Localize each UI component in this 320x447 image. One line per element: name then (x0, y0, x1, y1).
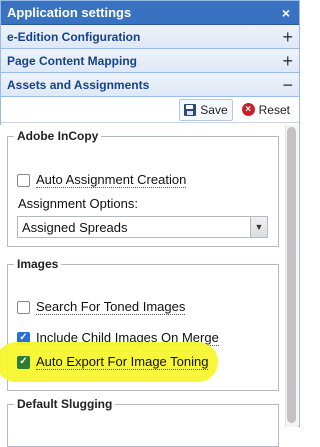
search-toned-row[interactable]: Search For Toned Images (17, 299, 186, 315)
default-slugging-group: Default Slugging (7, 397, 279, 447)
auto-assignment-row[interactable]: Auto Assignment Creation (17, 172, 187, 188)
accordion-label: Page Content Mapping (7, 53, 137, 68)
panel-title: Application settings (7, 5, 132, 20)
auto-assignment-label: Auto Assignment Creation (36, 172, 187, 188)
search-toned-checkbox[interactable] (17, 300, 30, 314)
expand-icon[interactable]: + (282, 28, 293, 46)
scrollbar-thumb[interactable] (287, 127, 296, 423)
panel-titlebar: Application settings × (1, 1, 299, 25)
save-label: Save (200, 102, 228, 117)
save-icon (184, 103, 197, 116)
adobe-incopy-group: Adobe InCopy Auto Assignment Creation As… (7, 129, 279, 247)
reset-icon: × (241, 103, 255, 116)
reset-label: Reset (258, 102, 290, 117)
accordion-assets-and-assignments[interactable]: Assets and Assignments − (1, 73, 299, 97)
expand-icon[interactable]: + (282, 52, 293, 70)
chevron-down-icon[interactable]: ▼ (250, 217, 267, 237)
auto-export-row[interactable]: ✓ Auto Export For Image Toning (17, 354, 209, 370)
auto-export-label: Auto Export For Image Toning (36, 354, 209, 370)
accordion-eedition-configuration[interactable]: e-Edition Configuration + (1, 25, 299, 49)
assignment-options-label: Assignment Options: (18, 196, 138, 211)
reset-button[interactable]: × Reset (237, 99, 295, 121)
accordion-label: e-Edition Configuration (7, 29, 141, 44)
accordion-label: Assets and Assignments (7, 77, 150, 92)
auto-assignment-checkbox[interactable] (17, 173, 30, 187)
search-toned-label: Search For Toned Images (36, 299, 186, 315)
adobe-incopy-legend: Adobe InCopy (17, 129, 99, 143)
save-button[interactable]: Save (179, 98, 233, 121)
assignment-options-value: Assigned Spreads (22, 219, 128, 235)
images-legend: Images (17, 257, 59, 271)
close-icon[interactable]: × (279, 5, 293, 21)
assignment-options-select[interactable]: Assigned Spreads ▼ (17, 216, 268, 238)
collapse-icon[interactable]: − (282, 76, 293, 94)
default-slugging-legend: Default Slugging (17, 397, 113, 411)
vertical-scrollbar[interactable] (285, 125, 298, 427)
accordion-page-content-mapping[interactable]: Page Content Mapping + (1, 49, 299, 73)
form-toolbar: Save × Reset (1, 97, 299, 123)
assets-form-body: Adobe InCopy Auto Assignment Creation As… (0, 125, 298, 447)
auto-export-checkbox[interactable]: ✓ (17, 355, 30, 369)
